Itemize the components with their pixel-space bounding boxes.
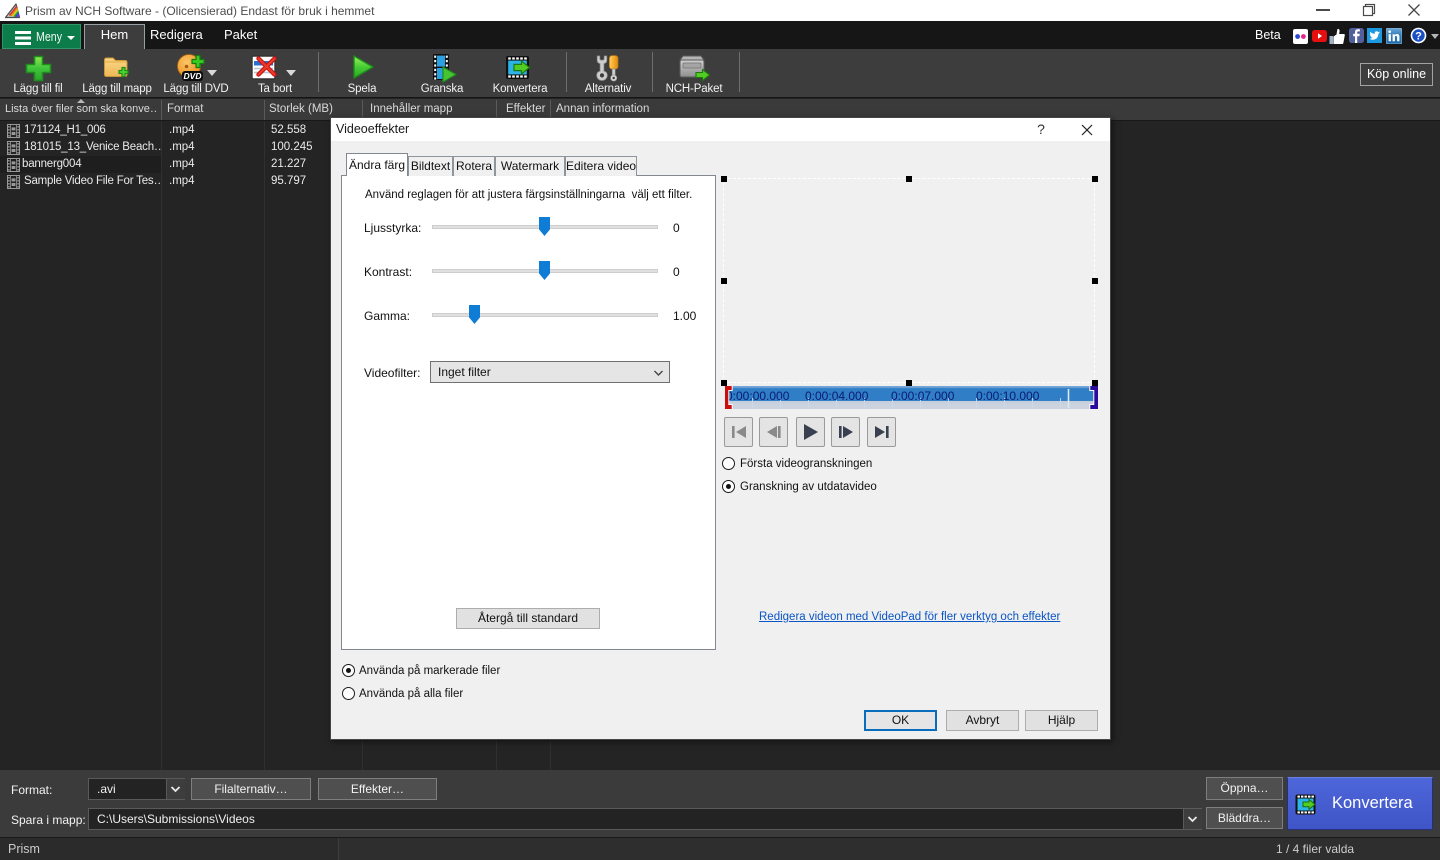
svg-text:DVD: DVD bbox=[184, 71, 202, 81]
svg-text:?: ? bbox=[1415, 30, 1422, 42]
